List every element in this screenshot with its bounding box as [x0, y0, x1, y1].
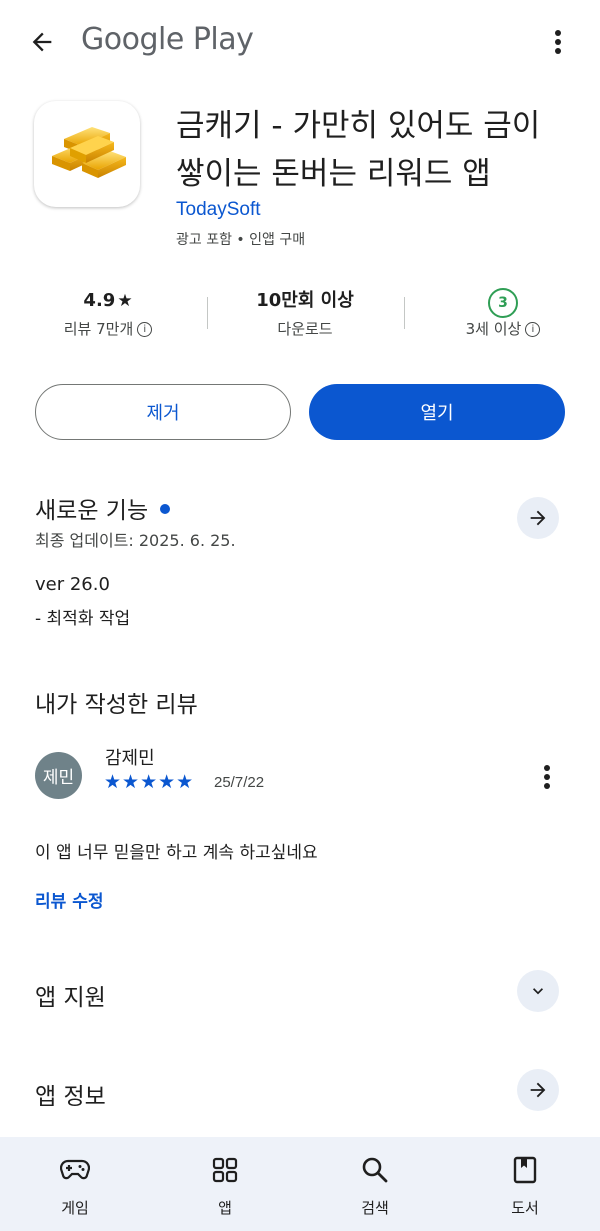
- info-icon: i: [525, 322, 541, 337]
- age-rating-badge: 3: [488, 288, 518, 318]
- nav-books-label: 도서: [511, 1199, 539, 1217]
- age-rating-stat[interactable]: 3 3세 이상 i: [408, 288, 598, 339]
- app-title-line1: 금캐기 - 가만히 있어도 금이: [176, 108, 541, 144]
- uninstall-button[interactable]: 제거: [35, 384, 291, 440]
- rating-stat[interactable]: 4.9 ★ 리뷰 7만개 i: [13, 288, 203, 339]
- whats-new-title-row[interactable]: 새로운 기능: [35, 491, 171, 525]
- app-info-arrow-button[interactable]: [517, 1069, 559, 1111]
- app-title: 금캐기 - 가만히 있어도 금이 쌓이는 돈버는 리워드 앱: [176, 102, 576, 198]
- back-button[interactable]: [22, 22, 62, 62]
- release-note: - 최적화 작업: [35, 609, 131, 629]
- app-meta: 광고 포함 • 인앱 구매: [176, 232, 306, 248]
- gold-bars-icon: [52, 127, 126, 178]
- arrow-left-icon: [32, 32, 52, 52]
- nav-search[interactable]: 검색: [300, 1137, 450, 1231]
- whats-new-arrow-button[interactable]: [517, 497, 559, 539]
- open-button[interactable]: 열기: [309, 384, 565, 440]
- whats-new-title: 새로운 기능: [35, 498, 149, 524]
- nav-games[interactable]: 게임: [0, 1137, 150, 1231]
- edit-review-link[interactable]: 리뷰 수정: [35, 887, 103, 912]
- downloads-stat: 10만회 이상 다운로드: [210, 288, 400, 339]
- downloads-value: 10만회 이상: [256, 290, 354, 311]
- rating-label-row: 리뷰 7만개 i: [13, 318, 203, 339]
- new-indicator-dot: [160, 503, 171, 514]
- age-badge-row: 3: [408, 288, 598, 318]
- age-label: 3세 이상: [465, 320, 522, 338]
- nav-apps[interactable]: 앱: [150, 1137, 300, 1231]
- app-info-title[interactable]: 앱 정보: [35, 1077, 106, 1111]
- review-stars: ★★★★★: [104, 772, 195, 793]
- info-icon: i: [137, 322, 153, 337]
- downloads-label: 다운로드: [277, 320, 333, 338]
- more-options-button[interactable]: [540, 22, 576, 62]
- more-vert-icon: [544, 765, 550, 789]
- reviewer-name: 감제민: [105, 748, 155, 769]
- developer-link[interactable]: TodaySoft: [176, 199, 261, 221]
- version-text: ver 26.0: [35, 574, 110, 595]
- age-label-row: 3세 이상 i: [408, 318, 598, 339]
- gamepad-icon: [60, 1155, 90, 1185]
- bookmark-book-icon: [510, 1155, 540, 1185]
- nav-search-label: 검색: [361, 1199, 389, 1217]
- chevron-down-icon: [533, 988, 543, 995]
- stat-divider: [207, 297, 208, 329]
- app-support-title[interactable]: 앱 지원: [35, 978, 106, 1012]
- review-more-button[interactable]: [530, 760, 564, 794]
- nav-games-label: 게임: [61, 1199, 89, 1217]
- review-text: 이 앱 너무 믿을만 하고 계속 하고싶네요: [35, 843, 318, 863]
- my-review-title: 내가 작성한 리뷰: [35, 692, 198, 718]
- google-play-logo[interactable]: Google Play: [81, 22, 254, 57]
- app-support-expand-button[interactable]: [517, 970, 559, 1012]
- rating-value-row: 4.9 ★: [13, 288, 203, 314]
- review-date: 25/7/22: [214, 774, 265, 791]
- stat-divider: [404, 297, 405, 329]
- more-vert-icon: [555, 30, 561, 54]
- avatar: 제민: [35, 752, 82, 799]
- search-icon: [360, 1155, 390, 1185]
- star-icon: ★: [117, 291, 133, 311]
- nav-books[interactable]: 도서: [450, 1137, 600, 1231]
- bottom-navigation: 게임 앱 검색 도서: [0, 1137, 600, 1231]
- apps-grid-icon: [210, 1155, 240, 1185]
- rating-value: 4.9: [83, 290, 116, 311]
- arrow-right-icon: [530, 510, 546, 526]
- nav-apps-label: 앱: [218, 1199, 232, 1217]
- app-icon: [34, 101, 140, 207]
- app-title-line2: 쌓이는 돈버는 리워드 앱: [176, 156, 491, 192]
- last-updated: 최종 업데이트: 2025. 6. 25.: [35, 531, 236, 550]
- arrow-right-icon: [530, 1082, 546, 1098]
- rating-label: 리뷰 7만개: [63, 320, 134, 338]
